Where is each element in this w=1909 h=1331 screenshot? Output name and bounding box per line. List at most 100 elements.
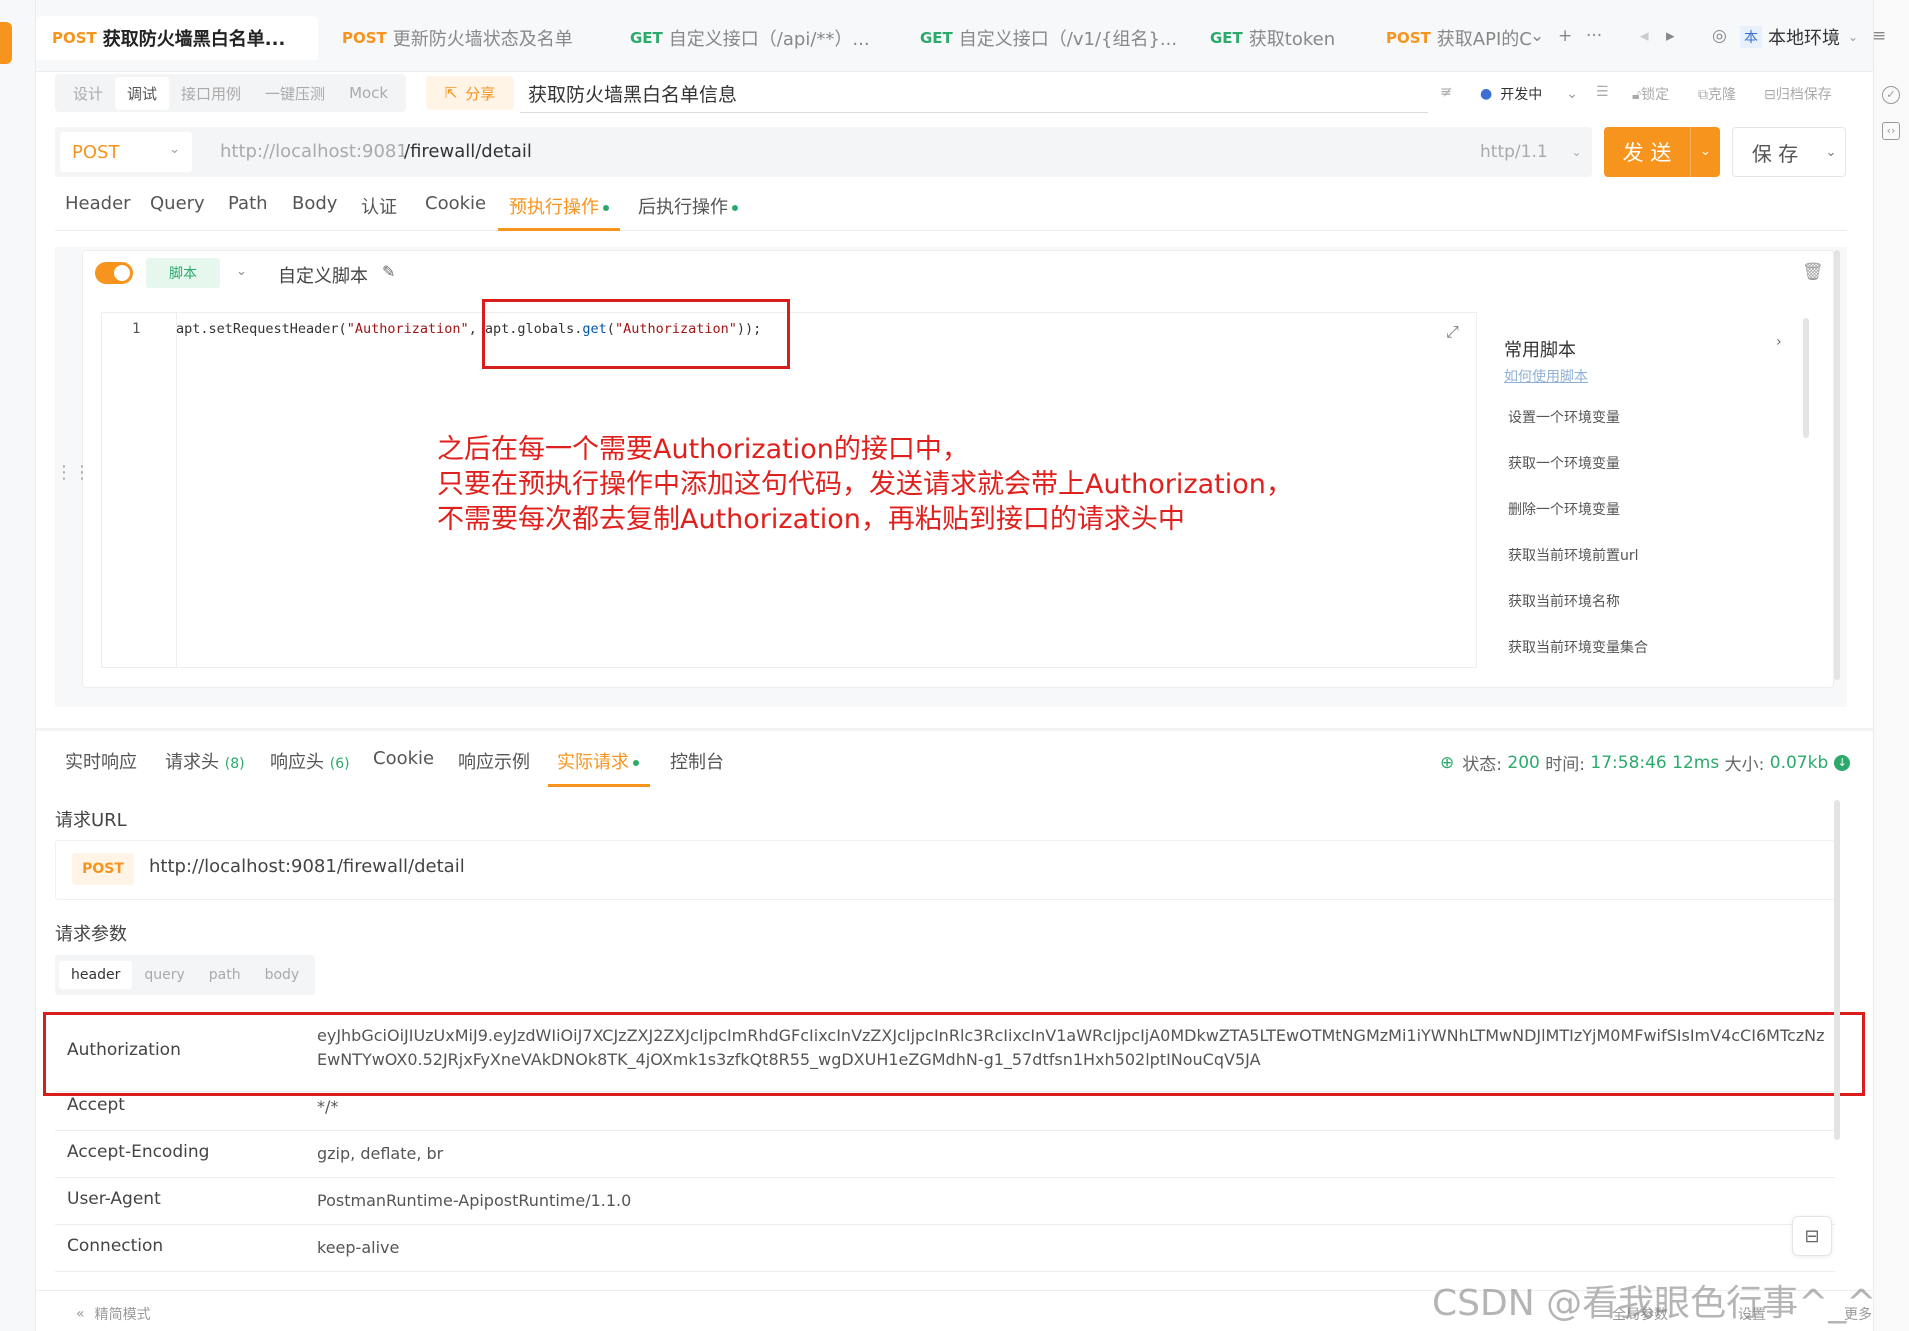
tab-console[interactable]: 控制台 — [670, 748, 724, 774]
snippet-item[interactable]: 获取当前环境前置url — [1508, 545, 1639, 565]
tab-request-headers[interactable]: 请求头 (8) — [165, 748, 245, 774]
table-row: User-Agent PostmanRuntime-ApipostRuntime… — [55, 1178, 1835, 1225]
tab-actual-request[interactable]: 实际请求 — [557, 748, 639, 774]
tab-auth[interactable]: 认证 — [361, 193, 397, 219]
chevron-down-icon[interactable]: ⌄ — [1817, 145, 1845, 160]
download-icon[interactable]: ↓ — [1834, 755, 1850, 771]
tab-pre-script[interactable]: 预执行操作 — [509, 193, 609, 219]
code-icon[interactable]: ‹› — [1882, 122, 1900, 140]
chevron-down-icon[interactable]: ⌄ — [236, 264, 247, 279]
tab-title: 获取API的C — [1437, 25, 1532, 51]
tab-item[interactable]: GET自定义接口（/api/**）... — [614, 16, 894, 60]
script-type-tag[interactable]: 脚本 — [146, 258, 220, 288]
method-badge: POST — [72, 853, 134, 885]
snippets-help-link[interactable]: 如何使用脚本 — [1504, 366, 1588, 386]
share-button[interactable]: ⇱分享 — [426, 76, 514, 110]
check-circle-icon[interactable]: ✓ — [1882, 86, 1900, 104]
script-scrollbar[interactable] — [1834, 250, 1840, 680]
tab-item[interactable]: POST获取API的C — [1370, 16, 1552, 60]
chevron-down-icon[interactable]: ⌄ — [1690, 127, 1720, 177]
tab-prev-icon[interactable]: ◂ — [1640, 26, 1649, 46]
chevron-right-icon[interactable]: › — [1776, 334, 1782, 350]
request-url: http://localhost:9081/firewall/detail — [149, 856, 465, 877]
mode-debug[interactable]: 调试 — [115, 77, 169, 110]
archive-button[interactable]: ⊟归档保存 — [1764, 84, 1832, 104]
mode-design[interactable]: 设计 — [61, 77, 115, 110]
format-icon[interactable]: ≡̷ — [1440, 84, 1452, 100]
tab-next-icon[interactable]: ▸ — [1666, 26, 1675, 46]
mode-stress-test[interactable]: 一键压测 — [253, 77, 337, 110]
clone-button[interactable]: ⧉克隆 — [1698, 84, 1736, 104]
tab-title: 自定义接口（/v1/{组名}... — [959, 25, 1177, 51]
tab-body[interactable]: Body — [292, 193, 337, 214]
tab-response-example[interactable]: 响应示例 — [458, 748, 530, 774]
api-title[interactable]: 获取防火墙黑白名单信息 — [528, 80, 737, 107]
base-url[interactable]: http://localhost:9081 — [220, 141, 408, 162]
collapse-icon: « — [76, 1306, 85, 1322]
outline-icon[interactable]: ☰ — [1596, 84, 1609, 100]
archive-icon: ⊟ — [1764, 87, 1776, 103]
status-dot-icon — [732, 205, 738, 211]
method-select[interactable]: POST⌄ — [60, 132, 192, 172]
tab-item[interactable]: POST获取防火墙黑白名单... — [36, 16, 318, 60]
tab-cookie[interactable]: Cookie — [425, 193, 486, 214]
param-tab-body[interactable]: body — [253, 961, 312, 989]
path-input[interactable]: /firewall/detail — [404, 141, 532, 162]
panel-divider[interactable] — [36, 728, 1873, 731]
edit-icon[interactable]: ✎ — [382, 262, 395, 281]
more-icon[interactable]: ··· — [1586, 26, 1602, 46]
chevron-down-icon: ⌄ — [169, 142, 180, 157]
simple-mode-button[interactable]: «精简模式 — [76, 1304, 151, 1324]
tab-response-headers[interactable]: 响应头 (6) — [270, 748, 350, 774]
tab-item[interactable]: POST更新防火墙状态及名单 — [326, 16, 606, 60]
protocol-select[interactable]: http/1.1⌄ — [1480, 142, 1582, 162]
param-tab-header[interactable]: header — [59, 961, 132, 989]
chevron-down-icon[interactable]: ⌄ — [1530, 26, 1544, 46]
clone-label: 克隆 — [1708, 87, 1736, 103]
header-key: User-Agent — [67, 1189, 161, 1209]
status-select[interactable]: ●开发中⌄ — [1480, 84, 1578, 104]
expand-icon[interactable]: ⤢ — [1446, 322, 1459, 342]
layout-toggle-icon[interactable]: ⊟ — [1792, 1216, 1832, 1256]
send-button[interactable]: 发 送⌄ — [1604, 127, 1720, 177]
snippet-item[interactable]: 获取当前环境变量集合 — [1508, 637, 1648, 657]
env-badge: 本 — [1740, 26, 1762, 48]
section-label: 请求参数 — [55, 920, 127, 946]
tab-live-response[interactable]: 实时响应 — [65, 748, 137, 774]
save-label: 保 存 — [1733, 138, 1817, 167]
tab-title: 获取token — [1249, 25, 1335, 51]
snippet-item[interactable]: 删除一个环境变量 — [1508, 499, 1620, 519]
save-button[interactable]: 保 存⌄ — [1732, 127, 1846, 177]
tab-item[interactable]: GET获取token — [1194, 16, 1364, 60]
tab-post-script-label: 后执行操作 — [638, 197, 728, 218]
env-settings-icon[interactable]: ◎ — [1712, 26, 1727, 46]
mode-mock[interactable]: Mock — [337, 78, 400, 108]
mode-test-cases[interactable]: 接口用例 — [169, 77, 253, 110]
snippet-item[interactable]: 获取当前环境名称 — [1508, 591, 1620, 611]
sidebar-tab-indicator[interactable] — [0, 22, 12, 64]
mode-switcher: 设计 调试 接口用例 一键压测 Mock — [55, 74, 406, 112]
script-toggle[interactable] — [95, 262, 133, 284]
tab-post-script[interactable]: 后执行操作 — [638, 193, 738, 219]
snippet-item[interactable]: 获取一个环境变量 — [1508, 453, 1620, 473]
param-tabs: header query path body — [55, 955, 315, 995]
lock-button[interactable]: 🔓︎锁定 — [1632, 84, 1669, 104]
param-tab-path[interactable]: path — [197, 961, 253, 989]
chevron-down-icon: ⌄ — [1566, 86, 1578, 102]
tab-item[interactable]: GET自定义接口（/v1/{组名}... — [904, 16, 1184, 60]
tab-header[interactable]: Header — [65, 193, 131, 214]
environment-select[interactable]: 本 本地环境 ⌄ — [1740, 20, 1858, 54]
tab-query[interactable]: Query — [150, 193, 205, 214]
menu-icon[interactable]: ≡ — [1872, 26, 1886, 46]
snippets-scrollbar[interactable] — [1803, 318, 1809, 438]
trash-icon[interactable]: 🗑︎ — [1802, 262, 1824, 282]
tab-path[interactable]: Path — [228, 193, 268, 214]
add-tab-icon[interactable]: + — [1558, 26, 1572, 46]
chevron-down-icon: ⌄ — [1572, 145, 1582, 159]
param-tab-query[interactable]: query — [132, 961, 196, 989]
drag-handle-icon[interactable]: ⋮⋮ — [55, 462, 91, 483]
snippet-item[interactable]: 设置一个环境变量 — [1508, 407, 1620, 427]
tab-cookie[interactable]: Cookie — [373, 748, 434, 769]
tab-label: 响应头 — [270, 752, 324, 773]
response-scrollbar[interactable] — [1834, 800, 1840, 1140]
